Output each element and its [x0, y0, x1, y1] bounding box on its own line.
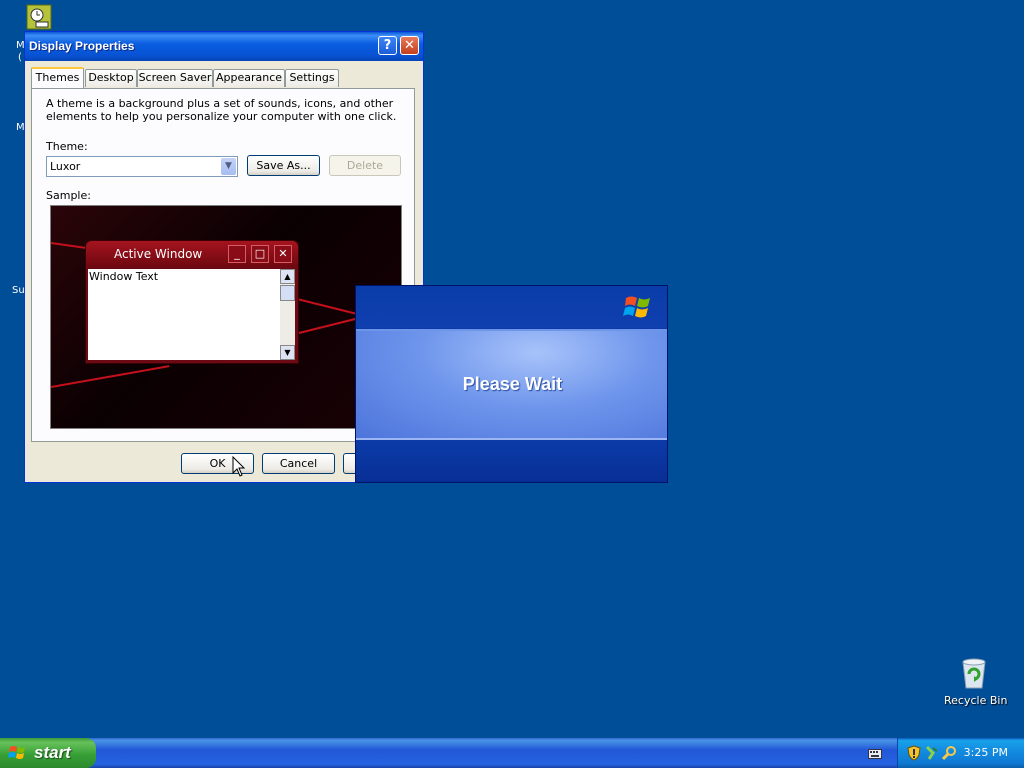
- tab-desktop[interactable]: Desktop: [85, 69, 137, 87]
- sample-window-body: Window Text: [88, 269, 280, 360]
- taskbar: start 3:25 PM: [0, 738, 1024, 768]
- clock[interactable]: 3:25 PM: [964, 746, 1008, 759]
- chevron-down-icon[interactable]: ▼: [221, 158, 236, 175]
- sample-label: Sample:: [46, 189, 91, 202]
- close-button[interactable]: ✕: [400, 36, 419, 55]
- start-label: start: [34, 743, 71, 762]
- desktop-icon[interactable]: [26, 4, 52, 30]
- theme-label: Theme:: [46, 140, 88, 153]
- please-wait-message: Please Wait: [462, 374, 563, 394]
- dialog-footer: [356, 441, 667, 482]
- sample-active-window: Active Window _ □ ✕ Window Text ▲ ▼: [85, 240, 299, 364]
- help-button[interactable]: ?: [378, 36, 397, 55]
- network-status-icon[interactable]: [924, 745, 940, 761]
- windows-logo-icon: [8, 746, 25, 759]
- delete-button[interactable]: Delete: [329, 155, 401, 176]
- network-icon: [26, 4, 52, 30]
- tab-themes[interactable]: Themes: [31, 67, 84, 88]
- desktop-label-fragment: Su: [12, 285, 25, 296]
- minimize-icon: _: [228, 245, 246, 263]
- windows-logo-icon: [623, 296, 650, 318]
- theme-description: A theme is a background plus a set of so…: [46, 97, 397, 123]
- desktop-label-fragment: (: [18, 52, 22, 63]
- theme-sample-preview: Active Window _ □ ✕ Window Text ▲ ▼: [50, 205, 402, 429]
- decorative-line: [51, 365, 170, 388]
- tab-screen-saver[interactable]: Screen Saver: [137, 69, 213, 87]
- please-wait-dialog: Please Wait: [355, 285, 668, 483]
- system-tray: 3:25 PM: [897, 738, 1024, 768]
- security-shield-icon[interactable]: [906, 745, 922, 761]
- sample-window-text: Window Text: [89, 270, 159, 283]
- recycle-bin-icon[interactable]: [958, 656, 990, 690]
- sample-scrollbar: ▲ ▼: [280, 269, 295, 360]
- search-icon[interactable]: [942, 745, 958, 761]
- scroll-up-icon: ▲: [280, 269, 295, 284]
- dialog-header: [356, 286, 667, 328]
- save-as-button[interactable]: Save As...: [247, 155, 320, 176]
- title-bar[interactable]: Display Properties ? ✕: [25, 32, 423, 61]
- tab-settings[interactable]: Settings: [285, 69, 339, 87]
- cancel-button[interactable]: Cancel: [262, 453, 335, 474]
- start-button[interactable]: start: [0, 738, 96, 768]
- scroll-thumb: [280, 285, 295, 301]
- sample-title-bar: Active Window _ □ ✕: [86, 241, 298, 267]
- window-title: Display Properties: [29, 39, 135, 53]
- theme-dropdown[interactable]: Luxor ▼: [46, 156, 238, 177]
- mouse-cursor-icon: [232, 456, 246, 477]
- maximize-icon: □: [251, 245, 269, 263]
- close-icon: ✕: [274, 245, 292, 263]
- keyboard-icon[interactable]: [868, 749, 882, 759]
- tab-appearance[interactable]: Appearance: [213, 69, 285, 87]
- scroll-down-icon: ▼: [280, 345, 295, 360]
- recycle-bin-label: Recycle Bin: [944, 694, 1008, 707]
- recycle-bin-graphic: [962, 658, 986, 689]
- sample-window-title: Active Window: [114, 247, 203, 261]
- theme-dropdown-value: Luxor: [50, 160, 81, 173]
